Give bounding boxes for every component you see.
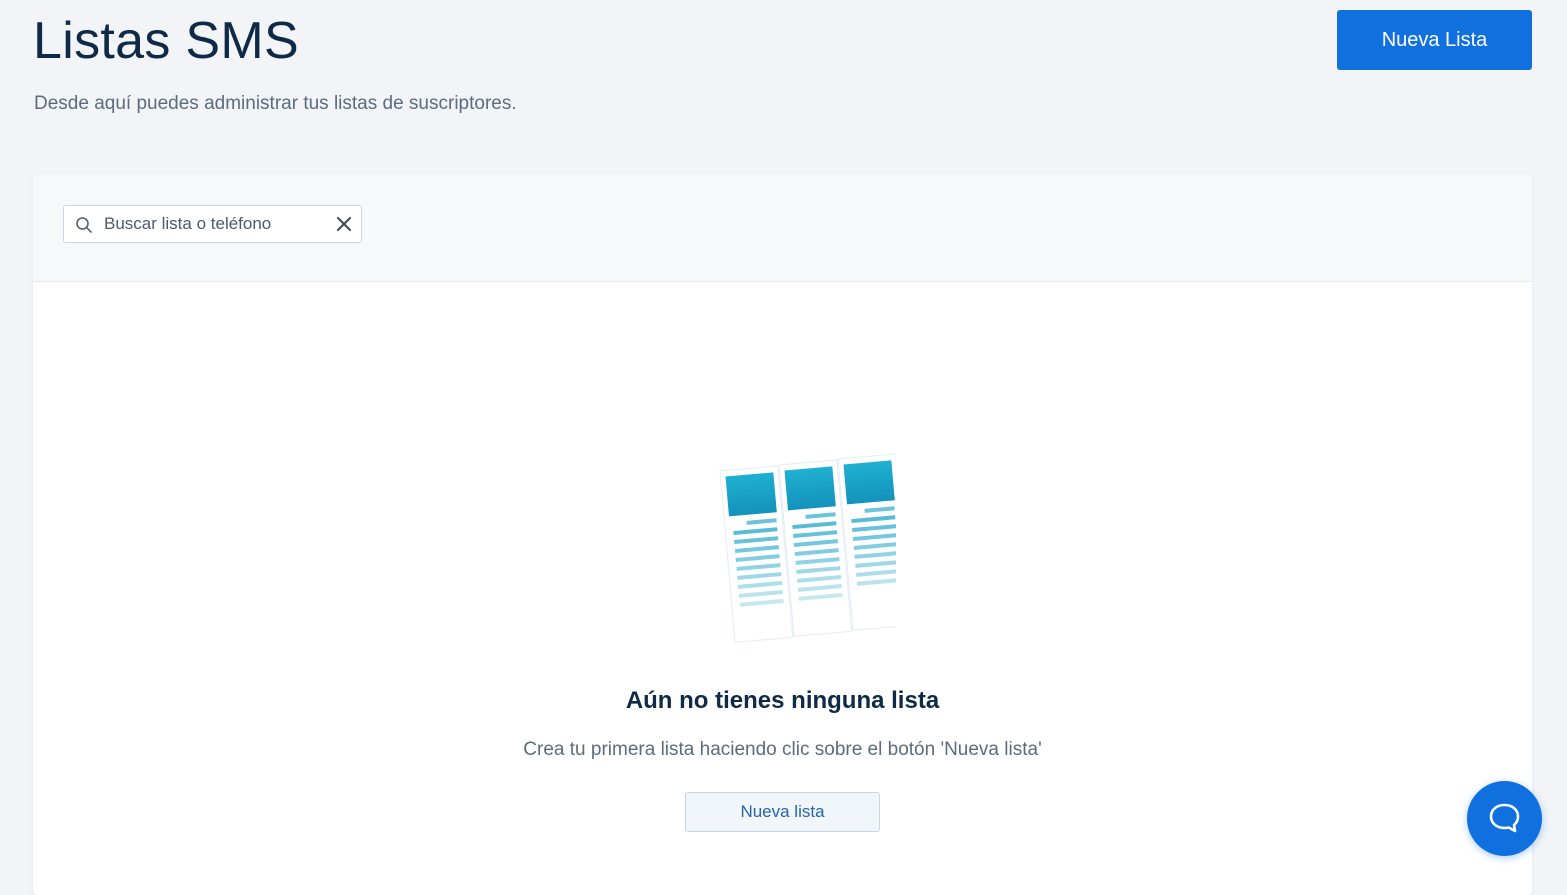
create-first-list-button[interactable]: Nueva lista bbox=[685, 792, 880, 832]
new-list-button[interactable]: Nueva Lista bbox=[1337, 10, 1532, 70]
chat-bubble-icon bbox=[1489, 803, 1520, 833]
empty-state-description: Crea tu primera lista haciendo clic sobr… bbox=[523, 739, 1042, 760]
card-toolbar bbox=[33, 175, 1532, 282]
page-title: Listas SMS bbox=[33, 12, 299, 70]
empty-state-title: Aún no tienes ninguna lista bbox=[625, 687, 940, 714]
lists-card: Aún no tienes ninguna lista Crea tu prim… bbox=[33, 175, 1532, 895]
search-input[interactable] bbox=[104, 206, 324, 242]
close-icon[interactable] bbox=[335, 215, 353, 233]
chat-button[interactable] bbox=[1467, 781, 1542, 856]
lists-illustration-icon bbox=[719, 453, 896, 643]
search-icon bbox=[76, 217, 92, 233]
page-subtitle: Desde aquí puedes administrar tus listas… bbox=[34, 93, 517, 114]
search-box[interactable] bbox=[63, 205, 362, 243]
